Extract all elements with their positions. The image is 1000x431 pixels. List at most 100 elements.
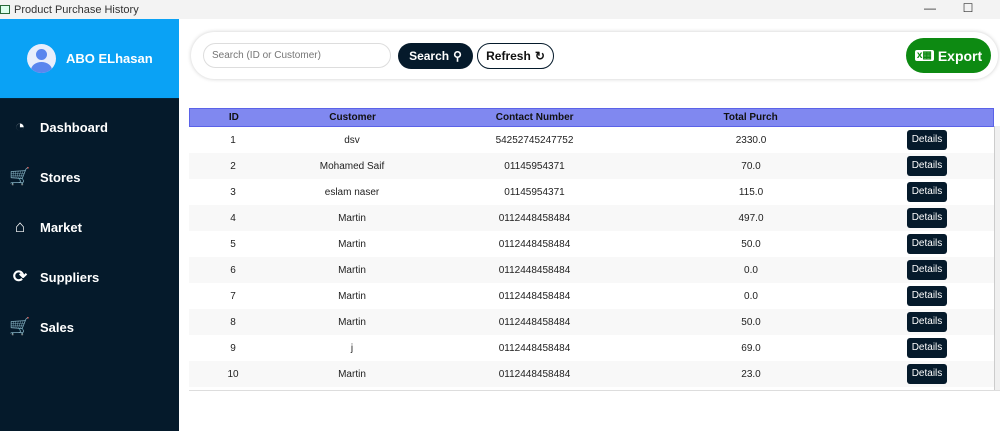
user-name: ABO ELhasan — [66, 51, 153, 66]
table-row[interactable]: 1 dsv 54252745247752 2330.0 Details — [189, 127, 994, 153]
minimize-button[interactable]: — — [910, 0, 950, 19]
cell-total: 0.0 — [744, 264, 758, 276]
title-bar: Product Purchase History — ☐ — [0, 0, 1000, 19]
details-button[interactable]: Details — [906, 312, 948, 332]
cell-actions: Details — [860, 156, 994, 176]
table-scrollbar[interactable] — [994, 126, 1000, 390]
details-button[interactable]: Details — [906, 286, 948, 306]
cell-id: 4 — [230, 212, 236, 224]
cell-contact: 54252745247752 — [495, 134, 574, 146]
refresh-icon: ↻ — [534, 49, 545, 63]
refresh-button[interactable]: Refresh ↻ — [477, 43, 554, 69]
refresh-label: Refresh — [486, 49, 531, 63]
search-button[interactable]: Search ⚲ — [398, 43, 473, 69]
cell-contact: 0112448458484 — [498, 290, 571, 302]
table-row[interactable]: 6 Martin 0112448458484 0.0 Details — [189, 257, 994, 283]
details-button[interactable]: Details — [906, 260, 948, 280]
sidebar: ABO ELhasan ◔ Dashboard 🛒 Stores ⌂ Market ⟳… — [0, 19, 179, 431]
details-button[interactable]: Details — [906, 208, 948, 228]
table-row[interactable]: 8 Martin 0112448458484 50.0 Details — [189, 309, 994, 335]
cell-total: 0.0 — [744, 290, 758, 302]
user-header: ABO ELhasan — [0, 19, 179, 99]
details-button[interactable]: Details — [906, 182, 948, 202]
window-title: Product Purchase History — [14, 3, 139, 16]
cell-contact: 01145954371 — [504, 160, 565, 172]
cell-customer: Martin — [338, 368, 366, 380]
table-row[interactable]: 3 eslam naser 01145954371 115.0 Details — [189, 179, 994, 205]
table-row[interactable]: 5 Martin 0112448458484 50.0 Details — [189, 231, 994, 257]
details-button[interactable]: Details — [906, 338, 948, 358]
supplier-cycle-icon: ⟳ — [12, 267, 28, 286]
cell-total: 115.0 — [738, 186, 764, 198]
cell-id: 6 — [230, 264, 236, 276]
table-body: 1 dsv 54252745247752 2330.0 Details 2 Mohamed … — [189, 127, 994, 387]
cell-id: 9 — [230, 342, 236, 354]
cell-id: 5 — [230, 238, 236, 250]
cell-customer: dsv — [344, 134, 360, 146]
cell-id: 3 — [230, 186, 236, 198]
export-button[interactable]: x▦ Export — [906, 38, 991, 73]
cell-total: 69.0 — [741, 342, 761, 354]
cell-customer: Martin — [338, 238, 366, 250]
details-button[interactable]: Details — [906, 364, 948, 384]
cell-id: 7 — [230, 290, 236, 302]
table-row[interactable]: 10 Martin 0112448458484 23.0 Details — [189, 361, 994, 387]
sidebar-item-label: Suppliers — [40, 269, 100, 285]
column-header-id[interactable]: ID — [190, 112, 278, 123]
cell-actions: Details — [860, 260, 994, 280]
search-icon: ⚲ — [453, 49, 462, 63]
sidebar-item-market[interactable]: ⌂ Market — [0, 202, 179, 252]
cell-actions: Details — [860, 338, 994, 358]
cell-customer: Mohamed Saif — [319, 160, 385, 172]
cell-id: 10 — [227, 368, 239, 380]
export-label: Export — [937, 47, 983, 64]
cell-actions: Details — [860, 208, 994, 228]
cell-contact: 0112448458484 — [498, 316, 571, 328]
purchase-table: ID Customer Contact Number Total Purch 1… — [189, 108, 994, 387]
sidebar-item-suppliers[interactable]: ⟳ Suppliers — [0, 252, 179, 302]
cell-id: 2 — [230, 160, 236, 172]
sales-cart-icon: 🛒 — [9, 317, 31, 336]
cell-total: 50.0 — [741, 316, 761, 328]
cell-actions: Details — [860, 182, 994, 202]
column-header-customer[interactable]: Customer — [278, 112, 428, 123]
cell-contact: 0112448458484 — [498, 264, 571, 276]
divider — [189, 390, 1000, 391]
sidebar-item-label: Sales — [40, 319, 74, 335]
details-button[interactable]: Details — [906, 234, 948, 254]
cell-customer: j — [350, 342, 354, 354]
cell-actions: Details — [860, 130, 994, 150]
cart-box-icon: 🛒 — [9, 167, 31, 186]
toolbar: Search⚲ Refresh↻ x▦Export — [191, 32, 998, 79]
excel-icon: x▦ — [914, 50, 934, 61]
store-icon: ⌂ — [14, 217, 26, 236]
table-row[interactable]: 4 Martin 0112448458484 497.0 Details — [189, 205, 994, 231]
sidebar-item-label: Dashboard — [40, 119, 108, 135]
sidebar-item-stores[interactable]: 🛒 Stores — [0, 152, 179, 202]
cell-customer: Martin — [338, 290, 366, 302]
sidebar-item-sales[interactable]: 🛒 Sales — [0, 302, 179, 352]
cell-actions: Details — [860, 286, 994, 306]
table-row[interactable]: 9 j 0112448458484 69.0 Details — [189, 335, 994, 361]
sidebar-item-label: Stores — [40, 169, 81, 185]
cell-total: 497.0 — [738, 212, 764, 224]
dashboard-icon: ◔ — [14, 117, 26, 136]
column-header-total[interactable]: Total Purch — [642, 112, 859, 123]
cell-actions: Details — [860, 234, 994, 254]
cell-actions: Details — [860, 364, 994, 384]
cell-customer: eslam naser — [324, 186, 380, 198]
cell-total: 23.0 — [741, 368, 761, 380]
maximize-button[interactable]: ☐ — [948, 0, 988, 19]
cell-contact: 0112448458484 — [498, 342, 571, 354]
table-row[interactable]: 7 Martin 0112448458484 0.0 Details — [189, 283, 994, 309]
table-row[interactable]: 2 Mohamed Saif 01145954371 70.0 Details — [189, 153, 994, 179]
cell-customer: Martin — [338, 212, 366, 224]
cell-total: 2330.0 — [735, 134, 767, 146]
details-button[interactable]: Details — [906, 130, 948, 150]
column-header-contact[interactable]: Contact Number — [427, 112, 641, 123]
details-button[interactable]: Details — [906, 156, 948, 176]
sidebar-item-dashboard[interactable]: ◔ Dashboard — [0, 102, 179, 152]
cell-contact: 01145954371 — [504, 186, 565, 198]
avatar — [27, 44, 56, 73]
search-input[interactable] — [203, 43, 391, 68]
